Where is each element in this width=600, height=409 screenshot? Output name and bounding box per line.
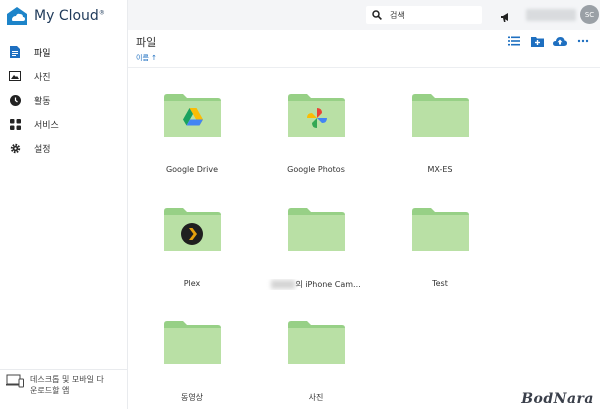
folder-icon xyxy=(288,208,345,251)
trademark: ® xyxy=(98,9,105,17)
folder-item[interactable]: Google Drive xyxy=(136,94,248,199)
photo-icon xyxy=(9,70,21,82)
search-icon xyxy=(372,10,382,20)
folder-name: 사진 xyxy=(308,393,324,402)
list-view-button[interactable] xyxy=(507,34,521,48)
sidebar-item-label: 서비스 xyxy=(34,120,59,131)
folder-item[interactable]: Test xyxy=(384,208,496,313)
folder-name: MX-ES xyxy=(427,165,453,174)
download-apps-label: 데스크톱 및 모바일 다운로드할 앱 xyxy=(30,375,104,395)
cloud-upload-icon xyxy=(553,37,567,46)
sidebar: My Cloud® 파일 사진 활동 서비스 설정 데스크톱 및 모바일 다운로… xyxy=(0,0,128,409)
list-icon xyxy=(508,36,520,46)
folder-icon xyxy=(412,94,469,137)
megaphone-icon xyxy=(501,13,508,22)
gear-icon xyxy=(9,142,21,154)
my-cloud-logo-icon xyxy=(7,7,27,25)
notifications-button[interactable] xyxy=(500,8,511,27)
folder-plus-icon xyxy=(530,36,544,47)
folder-name: Google Photos xyxy=(287,165,345,174)
app-logo[interactable]: My Cloud® xyxy=(6,6,105,26)
search-placeholder: 검색 xyxy=(390,10,405,20)
folder-item[interactable]: MX-ES xyxy=(384,94,496,199)
top-bar: 검색 SC xyxy=(128,0,600,30)
sidebar-item-label: 파일 xyxy=(34,48,51,59)
upload-button[interactable] xyxy=(553,34,567,48)
sidebar-item-activity[interactable]: 활동 xyxy=(0,88,128,112)
folder-icon xyxy=(412,208,469,251)
folder-name: Plex xyxy=(183,279,201,288)
toolbar xyxy=(507,34,590,48)
search-input[interactable]: 검색 xyxy=(366,6,482,24)
sidebar-item-files[interactable]: 파일 xyxy=(0,40,128,64)
folder-name: 동영상 xyxy=(180,393,204,402)
more-horizontal-icon xyxy=(577,39,589,43)
folder-item[interactable]: Google Photos xyxy=(260,94,372,199)
folder-item[interactable]: 의 iPhone Cam... xyxy=(260,208,372,313)
sidebar-nav: 파일 사진 활동 서비스 설정 xyxy=(0,40,128,160)
sidebar-item-label: 사진 xyxy=(34,72,51,83)
avatar[interactable]: SC xyxy=(580,5,599,24)
folder-item[interactable]: 동영상 xyxy=(136,321,248,409)
sort-by-name-button[interactable]: 이름 ↑ xyxy=(136,53,157,63)
sidebar-item-photos[interactable]: 사진 xyxy=(0,64,128,88)
google-drive-icon xyxy=(183,108,203,126)
folder-name: Test xyxy=(432,279,448,288)
sidebar-item-settings[interactable]: 설정 xyxy=(0,136,128,160)
plex-icon xyxy=(181,223,203,245)
grid-icon xyxy=(9,118,21,130)
more-options-button[interactable] xyxy=(576,34,590,48)
watermark: BodNara xyxy=(521,391,594,407)
folder-icon xyxy=(288,321,345,364)
folder-item[interactable]: Plex xyxy=(136,208,248,313)
redacted-name xyxy=(271,280,296,289)
sidebar-item-label: 활동 xyxy=(34,96,51,107)
new-folder-button[interactable] xyxy=(530,34,544,48)
download-apps-link[interactable]: 데스크톱 및 모바일 다운로드할 앱 xyxy=(0,369,128,409)
sidebar-item-services[interactable]: 서비스 xyxy=(0,112,128,136)
file-icon xyxy=(9,46,21,58)
app-name: My Cloud xyxy=(34,8,99,24)
page-title: 파일 xyxy=(136,36,157,49)
main-content: 파일 이름 ↑ Google Drive Google Photos MX-ES xyxy=(128,30,600,409)
folder-name-text: 의 iPhone Cam... xyxy=(295,280,361,289)
devices-icon xyxy=(6,374,24,388)
clock-icon xyxy=(9,94,21,106)
username[interactable] xyxy=(526,9,576,21)
avatar-initials: SC xyxy=(584,10,595,19)
folder-icon xyxy=(164,321,221,364)
google-photos-icon xyxy=(307,108,327,128)
folder-item[interactable]: 사진 xyxy=(260,321,372,409)
folder-name: Google Drive xyxy=(165,165,219,174)
sidebar-item-label: 설정 xyxy=(34,144,51,155)
header-divider xyxy=(128,67,600,68)
folder-name: 의 iPhone Cam... xyxy=(260,279,372,290)
